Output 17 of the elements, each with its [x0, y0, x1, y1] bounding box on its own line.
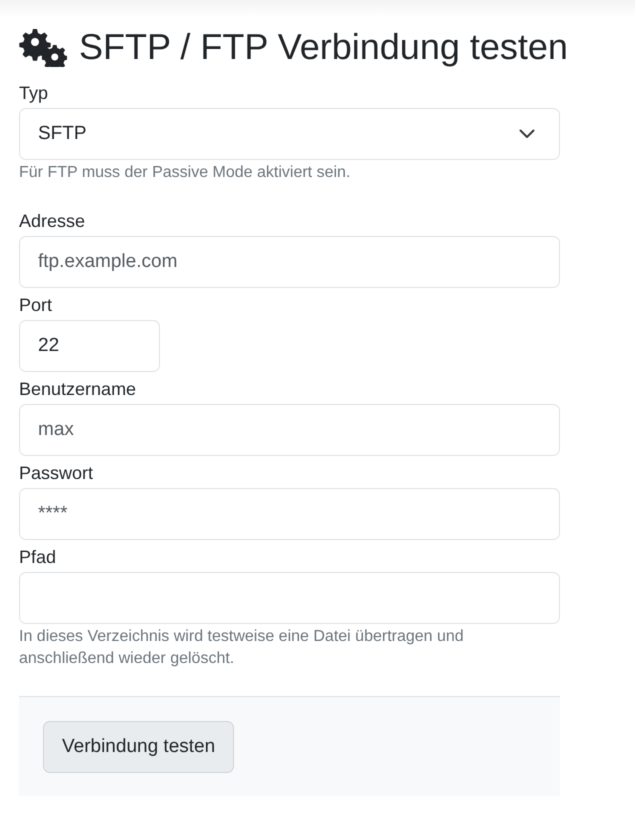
field-label: Benutzername [19, 378, 138, 400]
password-field[interactable]: **** [19, 488, 560, 540]
help-text: Für FTP muss der Passive Mode aktiviert sein. [19, 163, 352, 183]
field-label: Pfad [19, 546, 58, 568]
field-label: Typ [19, 82, 50, 104]
gears-icon [19, 27, 67, 67]
help-text: In dieses Verzeichnis wird testweise eine Datei übertragen und anschließend wieder gelöscht. [19, 627, 465, 669]
port-field[interactable]: 22 [19, 320, 160, 372]
text-field[interactable]: ftp.example.com [19, 236, 560, 288]
field-label: Adresse [19, 210, 86, 232]
test-connection-button[interactable]: Verbindung testen [43, 721, 234, 773]
page-title: SFTP / FTP Verbindung testen [79, 26, 568, 68]
chevron-down-icon [519, 129, 535, 139]
field-label: Passwort [19, 462, 94, 484]
field-label: Port [19, 294, 54, 316]
text-field[interactable]: max [19, 404, 560, 456]
type-select[interactable]: SFTP [19, 108, 560, 160]
